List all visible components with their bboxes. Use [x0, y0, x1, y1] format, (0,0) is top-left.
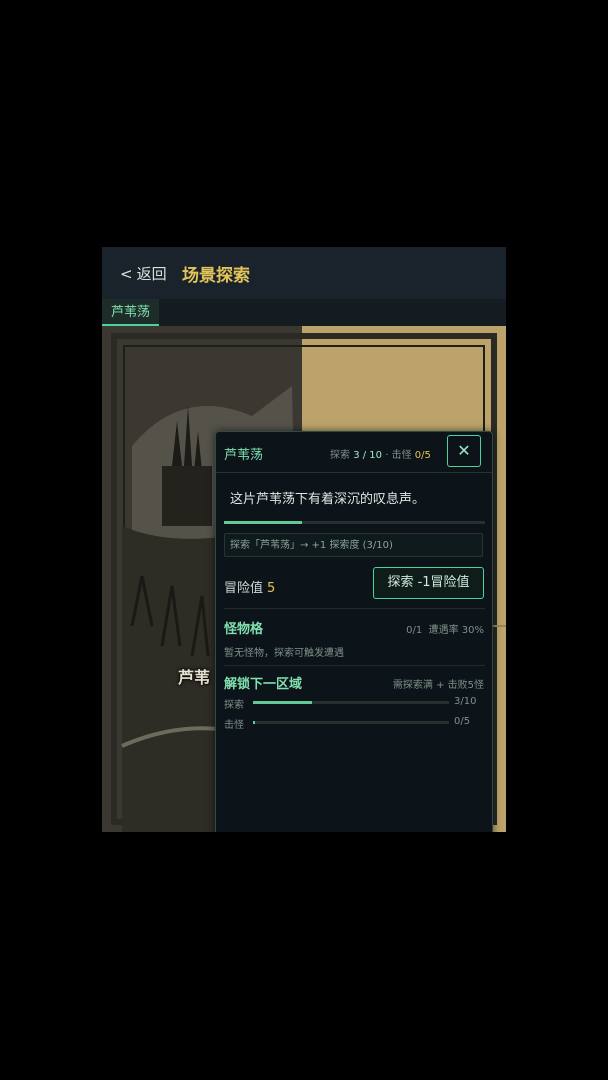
risk-value: 5 — [267, 581, 276, 596]
tab-bar: 芦苇荡 — [102, 299, 506, 327]
scene-location-label: 芦苇 — [178, 668, 211, 687]
scene-illustration: 芦苇 芦苇荡 探索 3 / 10 · 击怪 0/5 ✕ 这片芦苇荡下有着深沉的叹… — [102, 326, 506, 832]
unlock-explore-label: 探索 — [224, 700, 244, 711]
unlock-explore-fill — [253, 701, 312, 704]
monster-section-title: 怪物格 — [224, 622, 264, 637]
encounter-rate: 遭遇率 30% — [428, 625, 484, 636]
monster-note: 暂无怪物，探索可触发遭遇 — [224, 648, 344, 659]
unlock-section-title: 解锁下一区域 — [224, 677, 303, 692]
scene-explore-window: < 返回 场景探索 芦苇荡 芦苇 芦苇荡 探索 3 / 10 · 击怪 0/5 … — [102, 247, 506, 832]
kill-stat-label: 击怪 — [391, 450, 412, 461]
explore-button[interactable]: 探索 -1冒险值 — [373, 567, 484, 599]
close-icon: ✕ — [457, 441, 471, 460]
area-name: 芦苇荡 — [224, 448, 264, 463]
unlock-requirement: 需探索满 + 击败5怪 — [392, 680, 484, 691]
risk-value-display: 冒险值 5 — [224, 577, 275, 596]
risk-label: 冒险值 — [224, 581, 264, 596]
explore-progress-fill — [224, 521, 302, 524]
explore-stat-label: 探索 — [330, 450, 350, 461]
top-bar: < 返回 场景探索 — [102, 247, 506, 299]
divider — [224, 608, 485, 609]
unlock-explore-value: 3/10 — [454, 696, 477, 707]
unlock-kill-value: 0/5 — [454, 716, 471, 727]
back-button[interactable]: < 返回 — [120, 263, 167, 284]
explore-hint: 探索「芦苇荡」→ +1 探索度 (3/10) — [224, 533, 483, 557]
tab-reed-marsh[interactable]: 芦苇荡 — [102, 299, 160, 326]
unlock-explore-bar — [253, 701, 449, 704]
monster-count: 0/1 — [406, 625, 423, 636]
area-description: 这片芦苇荡下有着深沉的叹息声。 — [230, 492, 426, 507]
page-title: 场景探索 — [182, 266, 250, 286]
stat-separator: · — [385, 450, 389, 461]
panel-header: 芦苇荡 探索 3 / 10 · 击怪 0/5 ✕ — [216, 432, 492, 473]
close-button[interactable]: ✕ — [447, 435, 481, 467]
monster-stats: 0/1 遭遇率 30% — [406, 621, 484, 636]
kill-stat-value: 0/5 — [414, 450, 431, 461]
area-stats: 探索 3 / 10 · 击怪 0/5 — [330, 446, 431, 461]
chevron-left-icon: < — [120, 265, 133, 283]
area-detail-panel: 芦苇荡 探索 3 / 10 · 击怪 0/5 ✕ 这片芦苇荡下有着深沉的叹息声。… — [215, 431, 493, 832]
back-label: 返回 — [136, 265, 167, 283]
unlock-kill-bar — [253, 721, 449, 724]
unlock-kill-label: 击怪 — [224, 720, 244, 731]
explore-progress-bar — [224, 521, 485, 524]
explore-stat-value: 3 / 10 — [353, 450, 383, 461]
unlock-kill-fill — [253, 721, 255, 724]
divider — [224, 665, 485, 666]
